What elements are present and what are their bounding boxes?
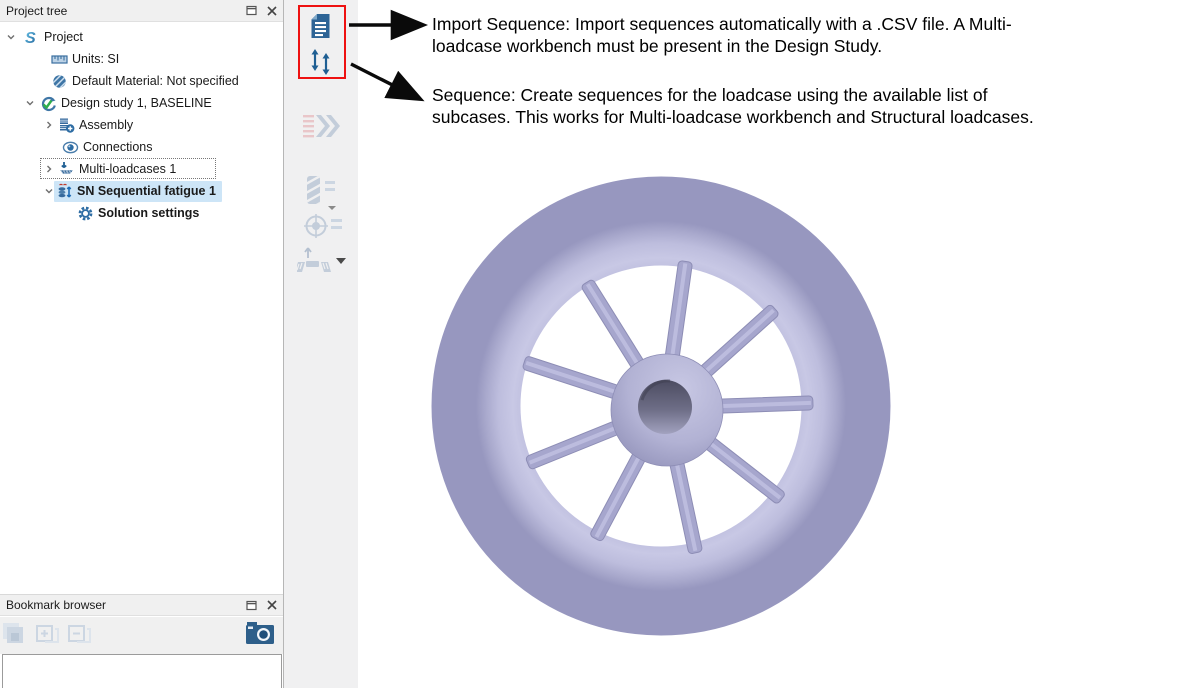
application-window: Project tree S Project <box>0 0 1195 688</box>
bookmark-stack-icon <box>2 622 28 646</box>
chevron-down-icon[interactable] <box>6 32 16 42</box>
collapse-all-icon <box>67 622 93 646</box>
close-panel-button[interactable] <box>263 3 281 19</box>
up-down-arrows-icon <box>307 48 334 76</box>
tree-item-assembly[interactable]: Assembly <box>0 114 283 136</box>
multi-loadcases-icon <box>58 161 75 178</box>
expand-all-icon <box>35 622 61 646</box>
snapshot-button[interactable] <box>246 621 274 647</box>
sequence-toolstrip <box>284 0 358 688</box>
bookmark-browser-header: Bookmark browser <box>0 594 283 616</box>
tree-item-label: Design study 1, BASELINE <box>61 96 212 110</box>
tree-item-label: Assembly <box>79 118 133 132</box>
sequence-button[interactable] <box>307 48 334 76</box>
float-icon <box>246 5 258 16</box>
tree-item-sn-sequential-fatigue[interactable]: SN Sequential fatigue 1 <box>0 180 283 202</box>
coil-list-icon <box>306 175 346 212</box>
float-icon <box>246 600 258 611</box>
chevron-down-icon[interactable] <box>25 98 35 108</box>
tree-item-label: Project <box>44 30 83 44</box>
loadcase-list-button[interactable] <box>306 175 346 212</box>
tree-item-solution-settings[interactable]: Solution settings <box>0 202 283 224</box>
tree-item-label: Solution settings <box>98 206 199 220</box>
callout-line: Import Sequence: Import sequences automa… <box>432 13 1012 35</box>
solution-settings-icon <box>77 205 94 222</box>
float-panel-button[interactable] <box>243 3 261 19</box>
target-list-button[interactable] <box>304 213 344 239</box>
bookmark-toolbar <box>0 617 283 654</box>
ruler-icon <box>51 51 68 68</box>
camera-icon <box>246 622 274 646</box>
design-study-icon <box>40 95 57 112</box>
project-tree-header: Project tree <box>0 0 283 22</box>
tree-item-label: Multi-loadcases 1 <box>79 162 176 176</box>
bookmark-list[interactable] <box>2 654 282 688</box>
project-tree-title: Project tree <box>6 4 243 18</box>
chevron-right-icon[interactable] <box>44 120 54 130</box>
close-icon <box>267 6 277 16</box>
run-sequence-button[interactable] <box>302 113 340 141</box>
left-dock-area: Project tree S Project <box>0 0 284 688</box>
callout-sequence: Sequence: Create sequences for the loadc… <box>432 84 1034 128</box>
project-tree: S Project Units: SI <box>0 22 283 594</box>
tree-item-project[interactable]: S Project <box>0 26 283 48</box>
sn-fatigue-icon <box>56 183 73 200</box>
material-icon <box>51 73 68 90</box>
callout-line: loadcase workbench must be present in th… <box>432 35 1012 57</box>
document-icon <box>310 13 331 39</box>
target-list-icon <box>304 213 344 239</box>
simcenter-logo-icon: S <box>23 29 40 46</box>
bookmark-browser-title: Bookmark browser <box>6 598 243 612</box>
selected-row-highlight: SN Sequential fatigue 1 <box>54 181 222 202</box>
arrow-fixture-icon <box>297 246 347 274</box>
tree-item-multi-loadcases[interactable]: Multi-loadcases 1 <box>0 158 283 180</box>
callout-line: subcases. This works for Multi-loadcase … <box>432 106 1034 128</box>
callout-import-sequence: Import Sequence: Import sequences automa… <box>432 13 1012 57</box>
expand-all-button[interactable] <box>34 621 62 647</box>
chevron-down-icon[interactable] <box>44 186 54 196</box>
chevron-right-icon[interactable] <box>44 164 54 174</box>
float-panel-button[interactable] <box>243 597 261 613</box>
list-chevrons-icon <box>302 113 340 141</box>
tree-item-label: Connections <box>83 140 153 154</box>
collapse-all-button[interactable] <box>66 621 94 647</box>
wheel-model[interactable] <box>420 160 902 660</box>
close-panel-button[interactable] <box>263 597 281 613</box>
assembly-icon <box>58 117 75 134</box>
tree-item-label: Units: SI <box>72 52 119 66</box>
close-icon <box>267 600 277 610</box>
add-bookmark-button[interactable] <box>1 621 29 647</box>
callout-line: Sequence: Create sequences for the loadc… <box>432 84 1034 106</box>
connections-icon <box>62 139 79 156</box>
tree-item-connections[interactable]: Connections <box>0 136 283 158</box>
tree-item-units[interactable]: Units: SI <box>0 48 283 70</box>
tree-item-label: Default Material: Not specified <box>72 74 239 88</box>
wheel-geometry <box>476 221 846 591</box>
import-sequence-button[interactable] <box>310 13 331 39</box>
tree-item-label: SN Sequential fatigue 1 <box>77 184 216 198</box>
svg-text:S: S <box>25 30 36 46</box>
tree-item-design-study[interactable]: Design study 1, BASELINE <box>0 92 283 114</box>
fixture-button[interactable] <box>297 246 347 274</box>
tree-item-default-material[interactable]: Default Material: Not specified <box>0 70 283 92</box>
